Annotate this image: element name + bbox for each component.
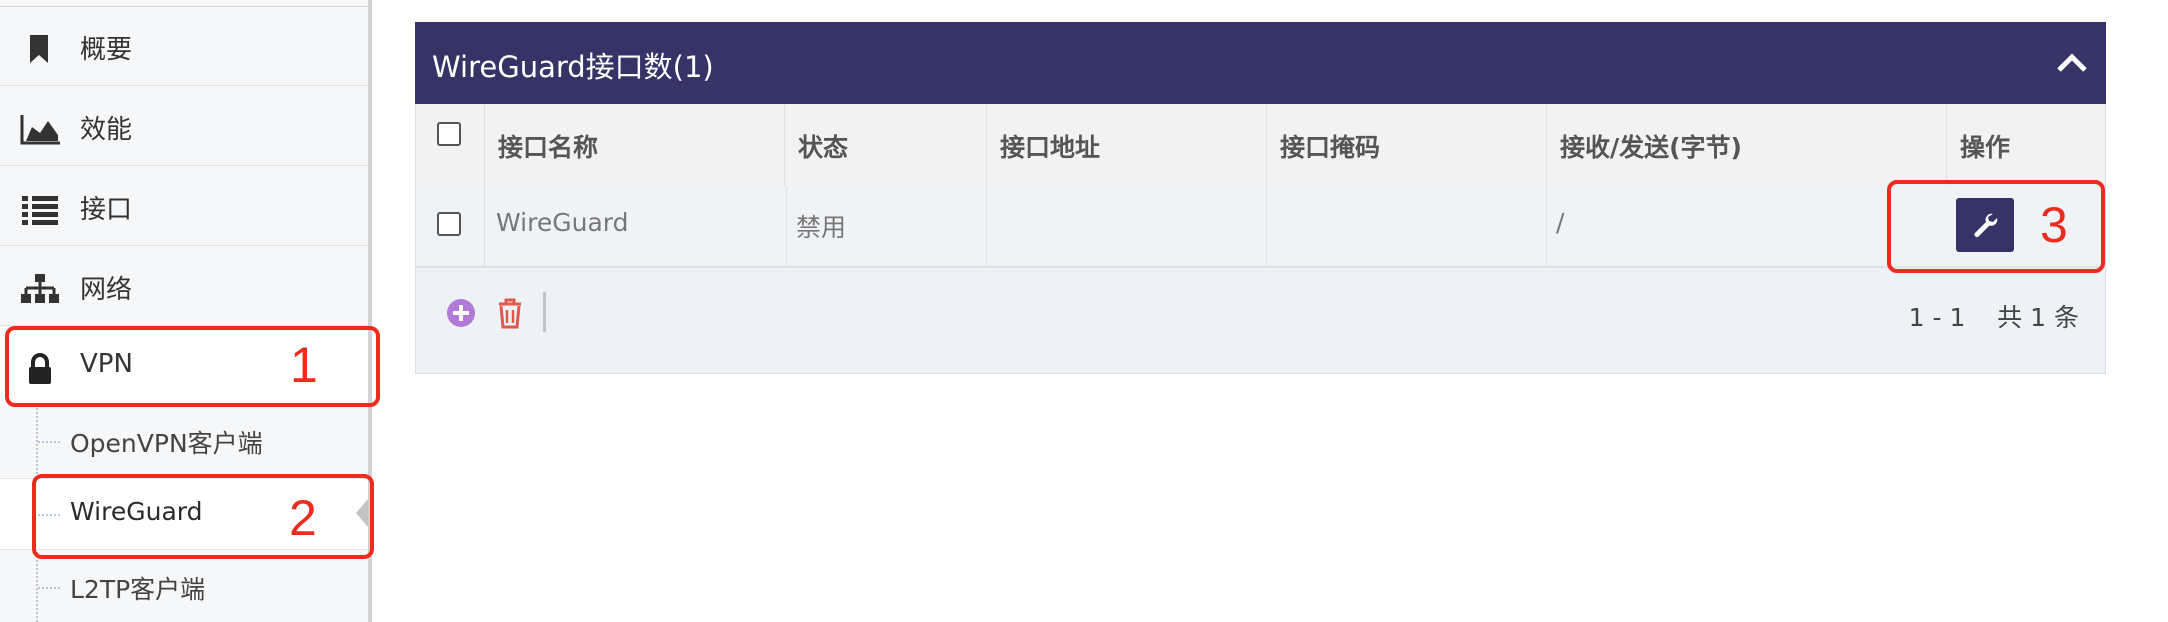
column-divider	[786, 186, 787, 266]
annotation-number-3: 3	[2040, 197, 2068, 253]
column-divider	[484, 104, 485, 186]
column-divider	[1546, 104, 1547, 186]
trash-icon[interactable]	[496, 297, 524, 329]
sitemap-icon	[21, 274, 59, 303]
column-header-status[interactable]: 状态	[798, 128, 848, 164]
annotation-box-3	[1887, 180, 2105, 273]
annotation-box-1	[5, 326, 380, 407]
column-divider	[1946, 104, 1947, 186]
annotation-number-1: 1	[290, 337, 318, 393]
toolbar-separator	[543, 292, 546, 332]
panel-title: WireGuard接口数(1)	[432, 50, 714, 84]
list-icon	[22, 196, 58, 225]
add-circle-icon[interactable]	[446, 298, 476, 328]
column-header-rx-tx[interactable]: 接收/发送(字节)	[1560, 128, 1742, 164]
area-chart-icon	[20, 115, 60, 145]
sidebar-item-label: 接口	[80, 195, 133, 225]
cell-name: WireGuard	[496, 208, 629, 237]
column-divider	[986, 186, 987, 266]
column-header-mask[interactable]: 接口掩码	[1280, 128, 1380, 164]
tree-connector	[38, 441, 60, 443]
column-divider	[986, 104, 987, 186]
sidebar-top-edge	[0, 0, 368, 7]
sidebar-item-performance[interactable]: 效能	[0, 87, 368, 166]
sidebar-item-interface[interactable]: 接口	[0, 167, 368, 246]
sidebar-item-overview[interactable]: 概要	[0, 7, 368, 86]
bookmark-icon	[30, 35, 48, 63]
table-header: 接口名称 状态 接口地址 接口掩码 接收/发送(字节) 操作	[416, 104, 2105, 188]
column-divider	[484, 186, 485, 266]
sidebar-item-label: 效能	[80, 115, 133, 145]
sidebar-item-label: 网络	[80, 275, 133, 305]
cell-rx-tx: /	[1556, 208, 1565, 237]
column-header-name[interactable]: 接口名称	[498, 128, 598, 164]
annotation-box-2	[32, 474, 374, 559]
column-header-actions: 操作	[1960, 133, 2011, 162]
submenu-item-l2tp-client[interactable]: L2TP客户端	[0, 557, 368, 617]
chevron-up-icon[interactable]	[2056, 50, 2088, 74]
table-footer: 1 - 1 共 1 条	[416, 268, 2105, 372]
sidebar-item-label: 概要	[80, 35, 133, 65]
column-header-address[interactable]: 接口地址	[1000, 128, 1100, 164]
table-row[interactable]: WireGuard 禁用 /	[416, 186, 2105, 268]
submenu-item-label: L2TP客户端	[70, 575, 206, 604]
submenu-item-label: OpenVPN客户端	[70, 429, 263, 458]
annotation-number-2: 2	[289, 490, 317, 546]
cell-status: 禁用	[796, 213, 847, 242]
row-checkbox[interactable]	[437, 212, 461, 236]
panel-header: WireGuard接口数(1)	[415, 22, 2106, 104]
column-divider	[1266, 186, 1267, 266]
column-divider	[1266, 104, 1267, 186]
tree-connector	[38, 587, 60, 589]
column-divider	[784, 104, 785, 186]
select-all-checkbox[interactable]	[437, 122, 461, 146]
sidebar-item-network[interactable]: 网络	[0, 247, 368, 326]
pagination-info: 1 - 1 共 1 条	[1908, 303, 2079, 332]
column-divider	[1546, 186, 1547, 266]
submenu-item-openvpn-client[interactable]: OpenVPN客户端	[0, 411, 368, 471]
